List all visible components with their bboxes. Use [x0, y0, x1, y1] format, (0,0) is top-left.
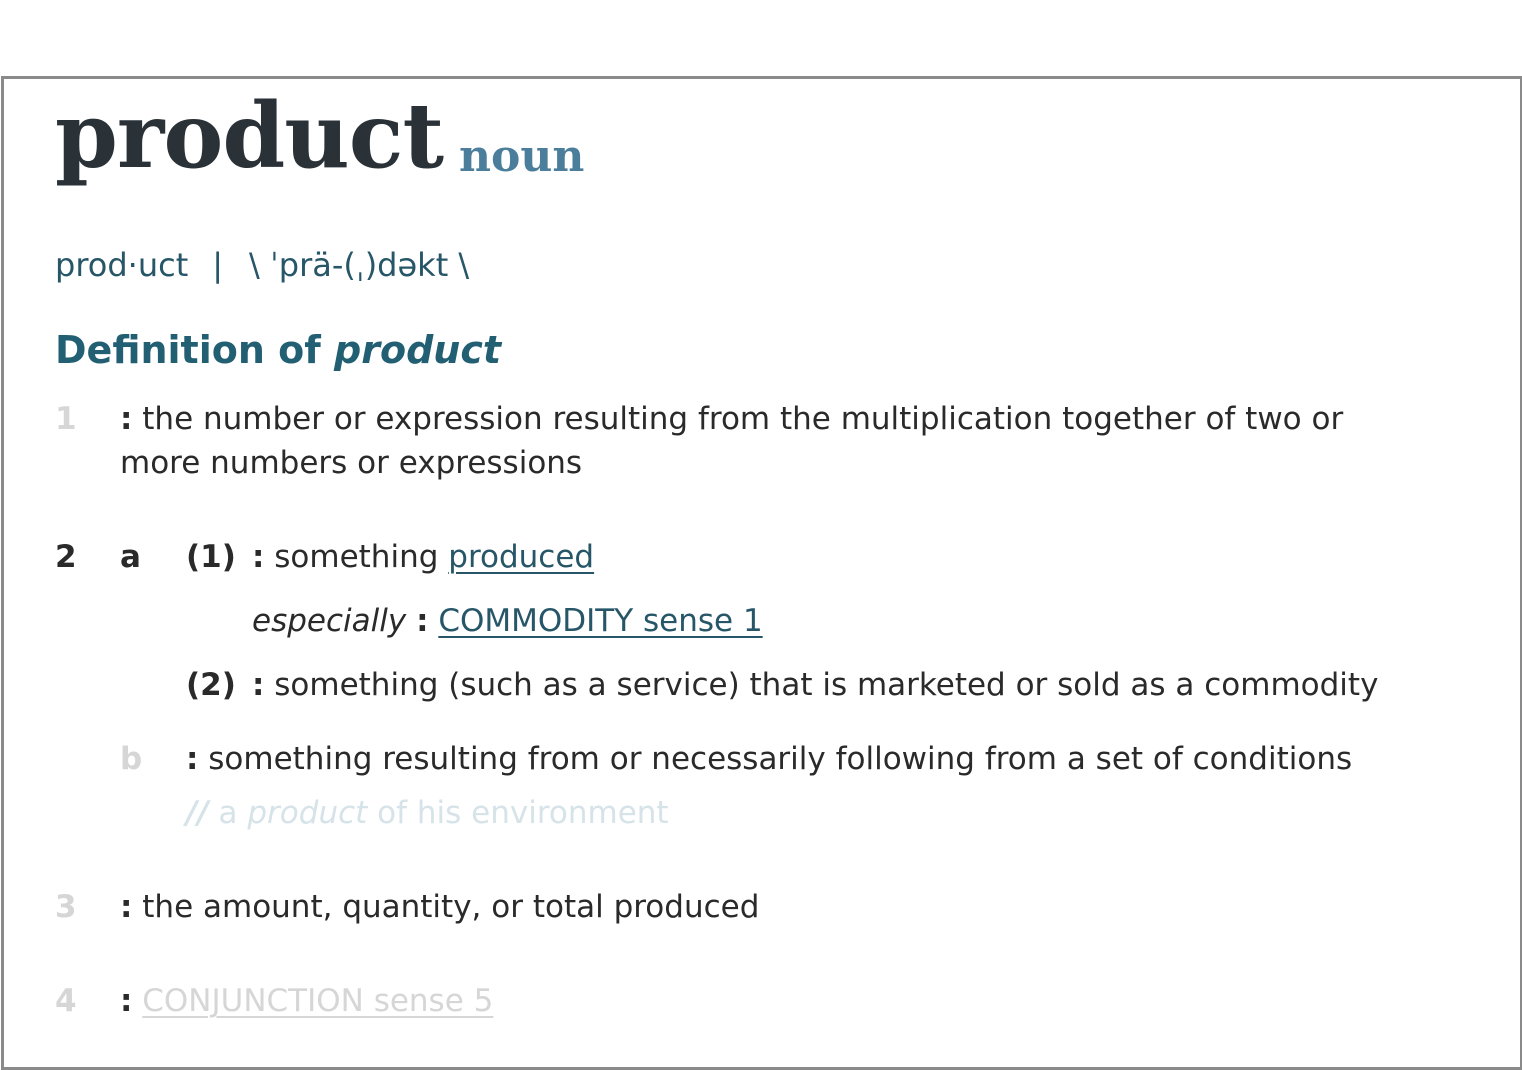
sense-label: especially — [252, 603, 407, 639]
syllable-breaks: prod·uct — [55, 246, 189, 284]
definition-heading-prefix: Definition of — [55, 328, 321, 372]
sense-colon: : — [252, 539, 265, 575]
sense-1-text-line1: : the number or expression resulting fro… — [120, 397, 1343, 441]
sense-colon: : — [186, 741, 199, 777]
sense-letter: a — [120, 539, 141, 575]
sense-4-text: : CONJUNCTION sense 5 — [120, 979, 493, 1023]
example-post: of his environment — [377, 795, 669, 831]
sense-3-text: : the amount, quantity, or total produce… — [120, 885, 759, 929]
sense-colon: : — [416, 603, 429, 639]
example-marker: // — [186, 795, 209, 831]
sense-1-text-line2: more numbers or expressions — [120, 445, 583, 481]
sense-letter: b — [120, 741, 143, 777]
sense-1-definition: the number or expression resulting from … — [142, 401, 1344, 437]
verbal-illustration: // a product of his environment — [186, 791, 669, 835]
subsense-1-definition: something — [274, 539, 439, 575]
headword: product — [55, 83, 444, 189]
commodity-xref-link[interactable]: COMMODITY sense 1 — [438, 603, 762, 639]
dictionary-entry-card: product noun prod·uct | \ ˈprä-(ˌ)dəkt \ D… — [1, 76, 1522, 1070]
sense-colon: : — [120, 401, 133, 437]
pronunciation-separator: | — [212, 246, 224, 284]
subsense-1-label-line: especially : COMMODITY sense 1 — [252, 599, 763, 643]
subsense-2-text: : something (such as a service) that is … — [252, 663, 1378, 707]
sense-number: 2 — [55, 539, 77, 575]
sense-number: 1 — [55, 401, 77, 437]
sense-number: 3 — [55, 889, 77, 925]
conjunction-xref-link[interactable]: CONJUNCTION sense 5 — [142, 983, 493, 1019]
sense-2b-definition: something resulting from or necessarily … — [208, 741, 1353, 777]
sense-colon: : — [252, 667, 265, 703]
example-word: product — [247, 795, 368, 831]
pronunciation-line: prod·uct | \ ˈprä-(ˌ)dəkt \ — [55, 245, 469, 285]
sense-2b-text: : something resulting from or necessaril… — [186, 737, 1352, 781]
pronunciation-ipa[interactable]: \ ˈprä-(ˌ)dəkt \ — [249, 246, 469, 284]
sense-number: 4 — [55, 983, 77, 1019]
subsense-2-definition: something (such as a service) that is ma… — [274, 667, 1379, 703]
definition-heading: Definition of product — [55, 327, 501, 373]
subsense-number: (1) — [186, 539, 236, 575]
sense-3-definition: the amount, quantity, or total produced — [142, 889, 760, 925]
subsense-1-text: : something produced — [252, 535, 594, 579]
part-of-speech: noun — [459, 131, 585, 182]
sense-colon: : — [120, 889, 133, 925]
example-pre: a — [218, 795, 238, 831]
sense-colon: : — [120, 983, 133, 1019]
subsense-number: (2) — [186, 667, 236, 703]
definition-heading-word: product — [334, 328, 502, 372]
produced-link[interactable]: produced — [448, 539, 594, 575]
